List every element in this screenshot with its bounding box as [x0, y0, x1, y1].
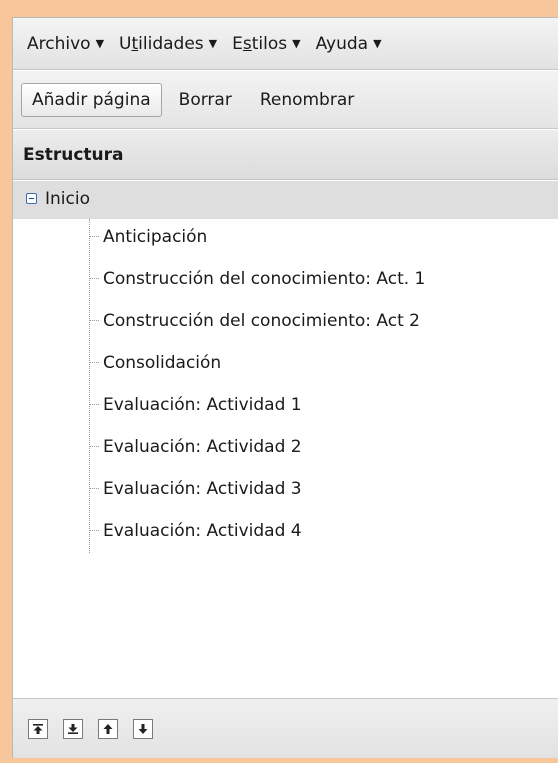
chevron-down-icon: ▼	[292, 37, 301, 50]
move-bottom-button[interactable]	[63, 718, 83, 739]
tree-item-label: Construcción del conocimiento: Act 2	[103, 310, 420, 331]
tree-item-label: Evaluación: Actividad 4	[103, 520, 302, 541]
move-bottom-icon	[68, 723, 78, 734]
tree-item-label: Evaluación: Actividad 1	[103, 394, 302, 415]
menu-estilos-label: Estilos	[232, 33, 288, 54]
move-top-icon	[33, 723, 43, 734]
rename-button[interactable]: Renombrar	[249, 83, 365, 117]
move-down-icon	[138, 723, 148, 734]
structure-tree: Inicio Anticipación Construcción del con…	[13, 181, 558, 698]
menubar: Archivo ▼ Utilidades ▼ Estilos ▼ Ayuda ▼	[13, 18, 558, 70]
tree-item-label: Evaluación: Actividad 3	[103, 478, 302, 499]
menu-utilidades[interactable]: Utilidades ▼	[119, 34, 217, 54]
menu-ayuda[interactable]: Ayuda ▼	[316, 34, 382, 54]
delete-button[interactable]: Borrar	[168, 83, 243, 117]
chevron-down-icon: ▼	[208, 37, 218, 50]
tree-item[interactable]: Construcción del conocimiento: Act. 1	[89, 261, 425, 296]
tree-item-label: Construcción del conocimiento: Act. 1	[103, 268, 426, 289]
tree-item[interactable]: Construcción del conocimiento: Act 2	[89, 303, 420, 338]
tree-item-label: Anticipación	[103, 226, 208, 247]
tree-item[interactable]: Anticipación	[89, 219, 207, 254]
structure-panel: Archivo ▼ Utilidades ▼ Estilos ▼ Ayuda ▼…	[12, 17, 558, 758]
tree-item[interactable]: Evaluación: Actividad 2	[89, 429, 302, 464]
tree-root[interactable]: Inicio	[13, 181, 558, 219]
collapse-icon[interactable]	[26, 193, 37, 204]
tree-item-label: Consolidación	[103, 352, 222, 373]
tree-root-label: Inicio	[45, 189, 90, 209]
menu-archivo-label: Archivo	[27, 33, 91, 54]
menu-estilos[interactable]: Estilos ▼	[232, 34, 300, 54]
reorder-toolbar	[13, 698, 558, 758]
menu-archivo[interactable]: Archivo ▼	[27, 34, 104, 54]
tree-item[interactable]: Evaluación: Actividad 3	[89, 471, 302, 506]
tree-item-label: Evaluación: Actividad 2	[103, 436, 302, 457]
menu-ayuda-label: Ayuda	[315, 33, 369, 54]
move-up-icon	[103, 723, 113, 734]
move-down-button[interactable]	[133, 718, 153, 739]
toolbar: Añadir página Borrar Renombrar	[13, 71, 558, 129]
window-frame: Archivo ▼ Utilidades ▼ Estilos ▼ Ayuda ▼…	[0, 0, 558, 763]
tree-item[interactable]: Evaluación: Actividad 1	[89, 387, 302, 422]
tree-item[interactable]: Consolidación	[89, 345, 221, 380]
add-page-button[interactable]: Añadir página	[21, 82, 162, 117]
tree-item[interactable]: Evaluación: Actividad 4	[89, 513, 302, 548]
chevron-down-icon: ▼	[373, 37, 382, 50]
move-top-button[interactable]	[28, 718, 48, 739]
move-up-button[interactable]	[98, 718, 118, 739]
structure-header: Estructura	[13, 130, 558, 180]
chevron-down-icon: ▼	[95, 37, 105, 50]
menu-utilidades-label: Utilidades	[119, 33, 204, 54]
